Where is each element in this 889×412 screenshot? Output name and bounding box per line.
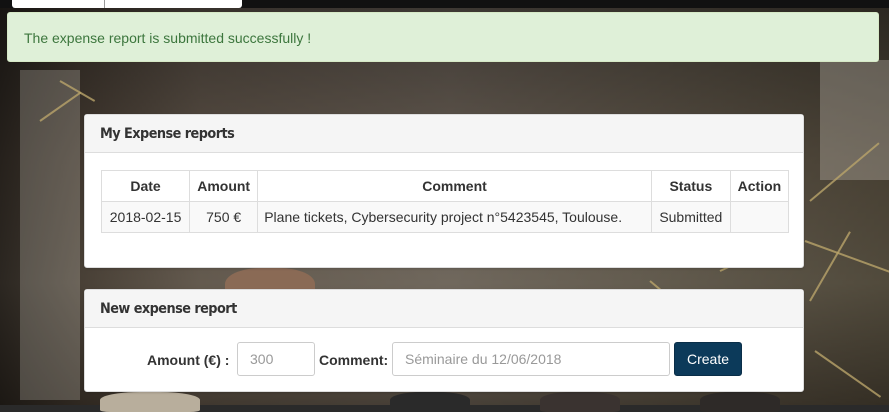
comment-label: Comment: [319, 352, 389, 368]
panel-title: My Expense reports [100, 126, 235, 142]
create-button[interactable]: Create [674, 342, 742, 376]
success-alert: The expense report is submitted successf… [7, 12, 879, 62]
top-nav-tab[interactable] [12, 0, 242, 8]
column-header-comment: Comment [257, 170, 652, 202]
cell-status: Submitted [650, 201, 731, 233]
expense-reports-table: Date Amount Comment Status Action 2018-0… [100, 170, 790, 233]
new-expense-report-panel: New expense report Amount (€) : Comment:… [84, 289, 804, 392]
column-header-date: Date [100, 170, 191, 202]
cell-amount: 750 € [189, 201, 259, 233]
cell-date: 2018-02-15 [100, 201, 191, 233]
my-expense-reports-panel: My Expense reports Date Amount Comment S… [84, 114, 804, 268]
cell-action [729, 201, 790, 233]
column-header-action: Action [729, 170, 790, 202]
column-header-status: Status [650, 170, 731, 202]
table-row: 2018-02-15 750 € Plane tickets, Cybersec… [100, 201, 790, 233]
new-report-form: Amount (€) : Comment: Create [85, 342, 805, 378]
top-nav-bar [0, 0, 889, 8]
amount-input[interactable] [237, 342, 315, 376]
panel-title: New expense report [100, 301, 237, 317]
panel-heading: New expense report [85, 290, 803, 328]
tab-divider [104, 0, 105, 8]
panel-heading: My Expense reports [85, 115, 803, 153]
column-header-amount: Amount [189, 170, 259, 202]
amount-label: Amount (€) : [147, 352, 230, 368]
table-header-row: Date Amount Comment Status Action [100, 170, 790, 202]
comment-input[interactable] [392, 342, 670, 376]
cell-comment: Plane tickets, Cybersecurity project n°5… [257, 201, 652, 233]
alert-message: The expense report is submitted successf… [24, 30, 312, 46]
